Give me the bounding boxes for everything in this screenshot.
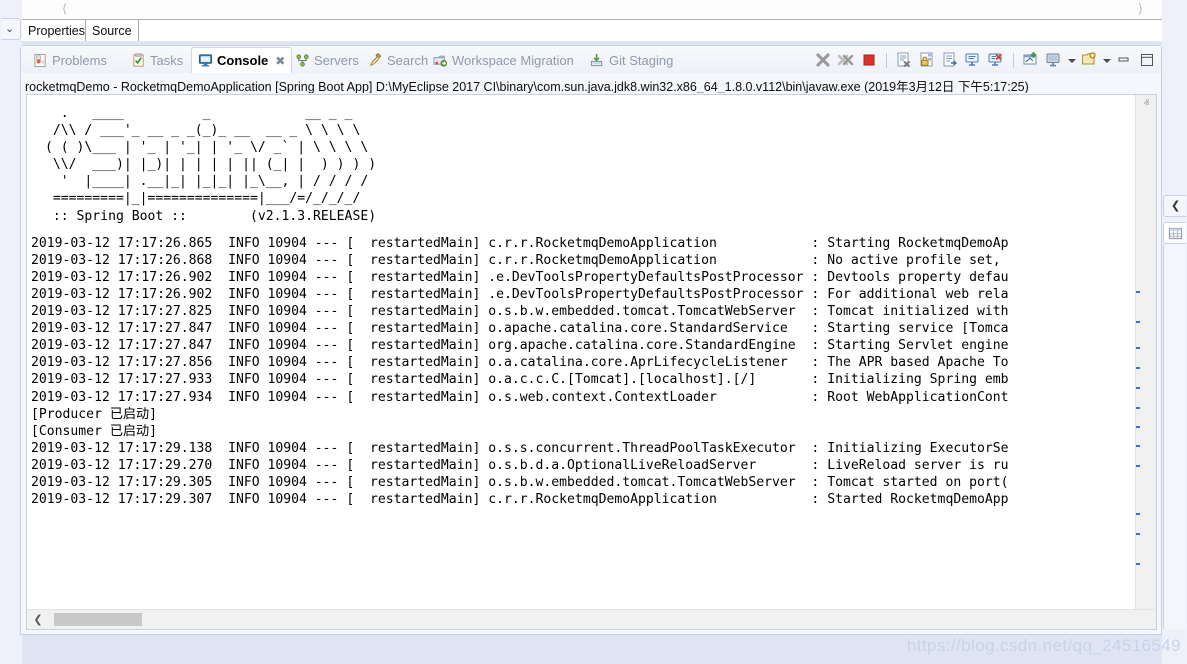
editor-tab-row: Properties Source — [22, 20, 1187, 41]
tasks-icon — [131, 53, 146, 68]
scrollbar-marker — [1136, 321, 1140, 323]
scrollbar-marker — [1136, 407, 1140, 409]
scrollbar-marker — [1136, 291, 1140, 293]
tab-label: Tasks — [150, 53, 183, 68]
close-icon[interactable]: ✖ — [275, 54, 285, 68]
show-console-on-output-icon[interactable] — [963, 50, 983, 70]
tab-problems[interactable]: Problems — [27, 47, 113, 73]
scrollbar-marker — [1136, 445, 1140, 447]
tab-label: Problems — [52, 53, 107, 68]
scrollbar-marker — [1136, 563, 1140, 565]
tab-git-staging[interactable]: Git Staging — [584, 47, 679, 73]
terminate-icon[interactable] — [813, 50, 833, 70]
chevron-left-icon[interactable]: ⟨ — [62, 2, 67, 18]
workspace-migration-icon — [433, 53, 448, 68]
tab-servers[interactable]: Servers — [289, 47, 365, 73]
console-horizontal-scrollbar[interactable]: ❮ — [27, 609, 1156, 629]
chevron-right-icon[interactable]: ⟩ — [1138, 2, 1143, 18]
spring-boot-banner: . ____ _ __ _ _ /\\ / ___'_ __ _ _(_)_ _… — [27, 95, 1135, 208]
scroll-up-arrow[interactable]: ⱏ — [1136, 95, 1157, 113]
left-fast-view-rail: ⌄ — [0, 0, 22, 664]
tab-label: Servers — [314, 53, 359, 68]
stop-icon[interactable] — [859, 50, 879, 70]
tab-search[interactable]: Search — [362, 47, 434, 73]
scrollbar-marker — [1136, 513, 1140, 515]
spring-boot-banner-version: :: Spring Boot :: (v2.1.3.RELEASE) — [27, 208, 1135, 225]
console-output-area[interactable]: . ____ _ __ _ _ /\\ / ___'_ __ _ _(_)_ _… — [26, 94, 1157, 630]
tab-properties[interactable]: Properties — [22, 20, 92, 41]
tab-console[interactable]: Console ✖ — [191, 47, 292, 73]
editor-section-nav: ⟨ ⟩ — [22, 0, 1185, 20]
show-console-on-error-icon[interactable] — [986, 50, 1006, 70]
scrollbar-marker — [1136, 465, 1140, 467]
tab-label: Search — [387, 53, 428, 68]
git-staging-icon — [590, 53, 605, 68]
display-selected-console-caret[interactable] — [1067, 50, 1076, 70]
console-icon — [198, 53, 213, 68]
scroll-down-arrow[interactable]: ⱟ — [1136, 591, 1157, 609]
scrollbar-marker — [1136, 367, 1140, 369]
chevron-down-icon: ⌄ — [5, 22, 14, 35]
scrollbar-marker — [1136, 426, 1140, 428]
restore-left-panel-button[interactable]: ⌄ — [1, 18, 21, 40]
console-toolbar — [813, 48, 1157, 72]
toolbar-separator-2 — [1013, 53, 1014, 68]
minimize-icon[interactable] — [1114, 50, 1134, 70]
watermark: https://blog.csdn.net/qq_24516549 — [907, 636, 1181, 656]
view-tab-bar: Problems Tasks Console ✖ Servers Search … — [21, 46, 1161, 73]
horizontal-scroll-thumb[interactable] — [54, 613, 142, 626]
tab-tasks[interactable]: Tasks — [125, 47, 189, 73]
scroll-left-arrow[interactable]: ❮ — [29, 610, 47, 629]
tab-label: Git Staging — [609, 53, 673, 68]
servers-icon — [295, 53, 310, 68]
console-log-lines: 2019-03-12 17:17:26.865 INFO 10904 --- [… — [27, 225, 1135, 509]
chevron-left-icon: ❮ — [1171, 199, 1180, 212]
scrollbar-marker — [1136, 347, 1140, 349]
word-wrap-icon[interactable] — [940, 50, 960, 70]
console-vertical-scrollbar[interactable]: ⱏ ⱟ — [1135, 95, 1156, 609]
search-icon — [368, 53, 383, 68]
editor-area-strip: ⟨ ⟩ Properties Source — [0, 0, 1187, 41]
restore-right-panel-button[interactable]: ❮ — [1163, 195, 1186, 217]
tab-source[interactable]: Source — [85, 20, 139, 41]
right-rail-strip — [1163, 244, 1186, 629]
console-view-panel: Problems Tasks Console ✖ Servers Search … — [20, 45, 1162, 635]
open-console-caret[interactable] — [1102, 50, 1111, 70]
tab-workspace-migration[interactable]: Workspace Migration — [427, 47, 580, 73]
scroll-lock-icon[interactable] — [917, 50, 937, 70]
maximize-icon[interactable] — [1137, 50, 1157, 70]
clear-console-icon[interactable] — [894, 50, 914, 70]
tab-label: Console — [217, 53, 268, 68]
pin-console-icon[interactable] — [1021, 50, 1041, 70]
console-text-region[interactable]: . ____ _ __ _ _ /\\ / ___'_ __ _ _(_)_ _… — [27, 95, 1135, 609]
scrollbar-marker — [1136, 533, 1140, 535]
problems-icon — [33, 53, 48, 68]
right-fast-view-rail: ❮ — [1162, 0, 1187, 664]
tab-label: Workspace Migration — [452, 53, 574, 68]
console-launch-title: rocketmqDemo - RocketmqDemoApplication [… — [25, 76, 1157, 93]
open-console-icon[interactable] — [1079, 50, 1099, 70]
table-view-icon — [1168, 226, 1183, 246]
scrollbar-marker — [1136, 387, 1140, 389]
display-selected-console-icon[interactable] — [1044, 50, 1064, 70]
eclipse-window: ⟨ ⟩ Properties Source ⌄ Problems Tasks C… — [0, 0, 1187, 664]
toolbar-separator-1 — [886, 53, 887, 68]
outline-view-shortcut[interactable] — [1163, 222, 1186, 244]
remove-all-terminated-icon[interactable] — [836, 50, 856, 70]
